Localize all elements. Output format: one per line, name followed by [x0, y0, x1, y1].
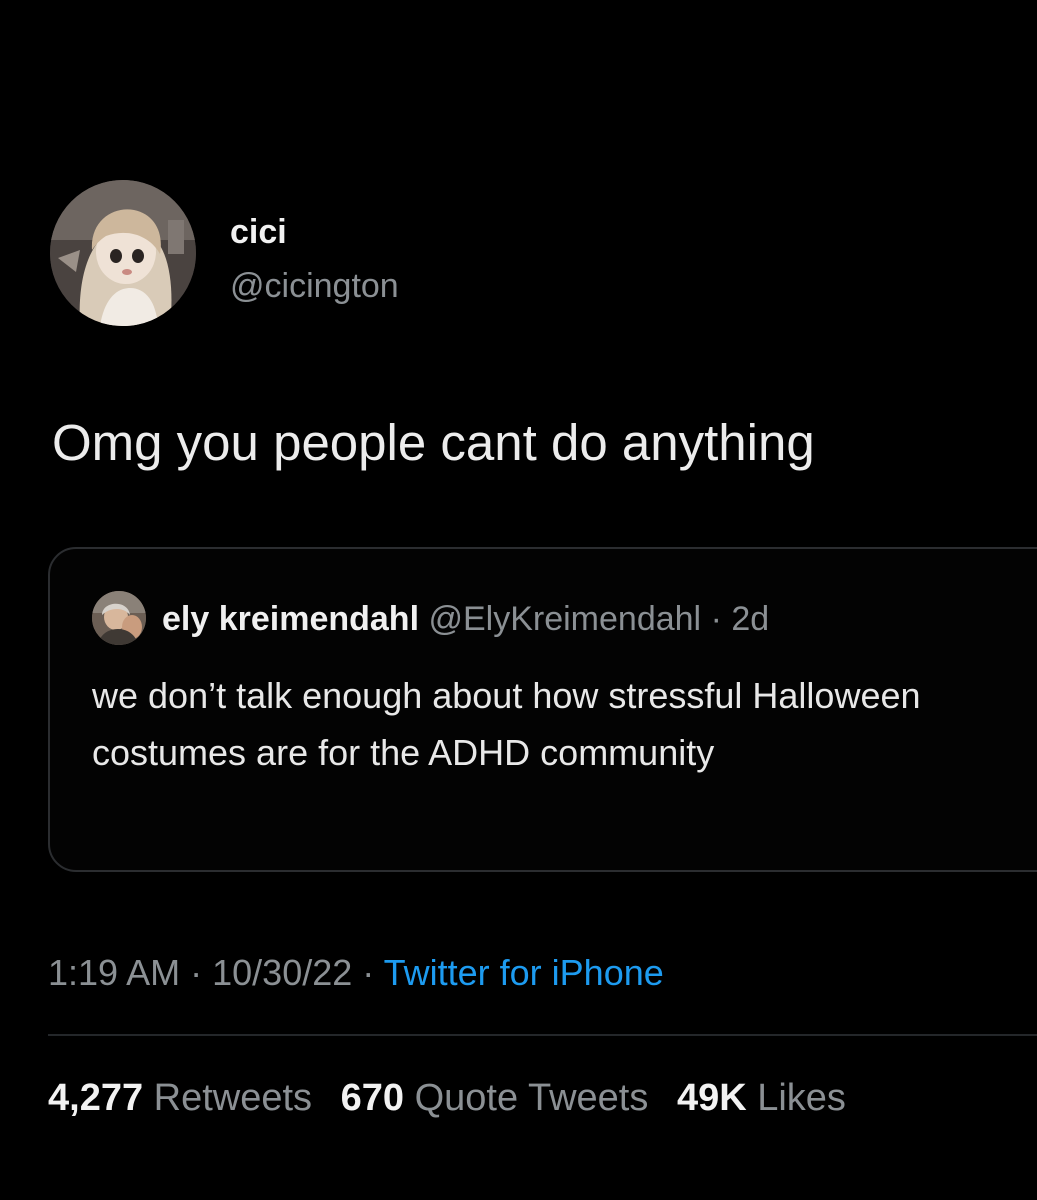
quote-tweets-count: 670: [340, 1077, 405, 1119]
author-name[interactable]: cici: [230, 212, 287, 252]
person-avatar-icon: [92, 591, 146, 645]
retweets-label: Retweets: [153, 1077, 313, 1119]
quoted-tweet-header: ely kreimendahl @ElyKreimendahl · 2d: [162, 599, 769, 639]
quoted-tweet-text: we don’t talk enough about how stressful…: [92, 675, 921, 773]
quote-tweets-label: Quote Tweets: [414, 1077, 649, 1119]
divider: [48, 1034, 1037, 1036]
retweets-stat[interactable]: 4,277 Retweets: [48, 1077, 323, 1119]
meta-separator: ·: [190, 952, 203, 993]
quoted-author-handle[interactable]: @ElyKreimendahl: [428, 600, 701, 638]
likes-label: Likes: [757, 1077, 846, 1119]
likes-stat[interactable]: 49K Likes: [677, 1077, 846, 1119]
quoted-timestamp[interactable]: 2d: [731, 600, 769, 638]
meta-separator: ·: [362, 952, 375, 993]
tweet-text: Omg you people cant do anything: [52, 414, 815, 471]
quoted-author-name[interactable]: ely kreimendahl: [162, 600, 419, 638]
quoted-author-avatar[interactable]: [92, 591, 146, 645]
quoted-tweet-card[interactable]: ely kreimendahl @ElyKreimendahl · 2d we …: [48, 547, 1037, 872]
tweet-time[interactable]: 1:19 AM: [48, 952, 180, 993]
quoted-separator: ·: [710, 600, 722, 638]
tweet-date[interactable]: 10/30/22: [212, 952, 352, 993]
author-avatar[interactable]: [50, 180, 196, 326]
likes-count: 49K: [676, 1077, 747, 1119]
retweets-count: 4,277: [48, 1077, 144, 1119]
tweet-metadata: 1:19 AM · 10/30/22 · Twitter for iPhone: [48, 952, 664, 994]
doll-avatar-icon: [50, 180, 196, 326]
quote-tweets-stat[interactable]: 670 Quote Tweets: [341, 1077, 659, 1119]
tweet-source-link[interactable]: Twitter for iPhone: [384, 952, 664, 993]
tweet-detail: cici @cicington Omg you people cant do a…: [0, 0, 1037, 1200]
tweet-stats: 4,277 Retweets 670 Quote Tweets 49K Like…: [48, 1076, 864, 1120]
author-handle[interactable]: @cicington: [230, 266, 399, 306]
